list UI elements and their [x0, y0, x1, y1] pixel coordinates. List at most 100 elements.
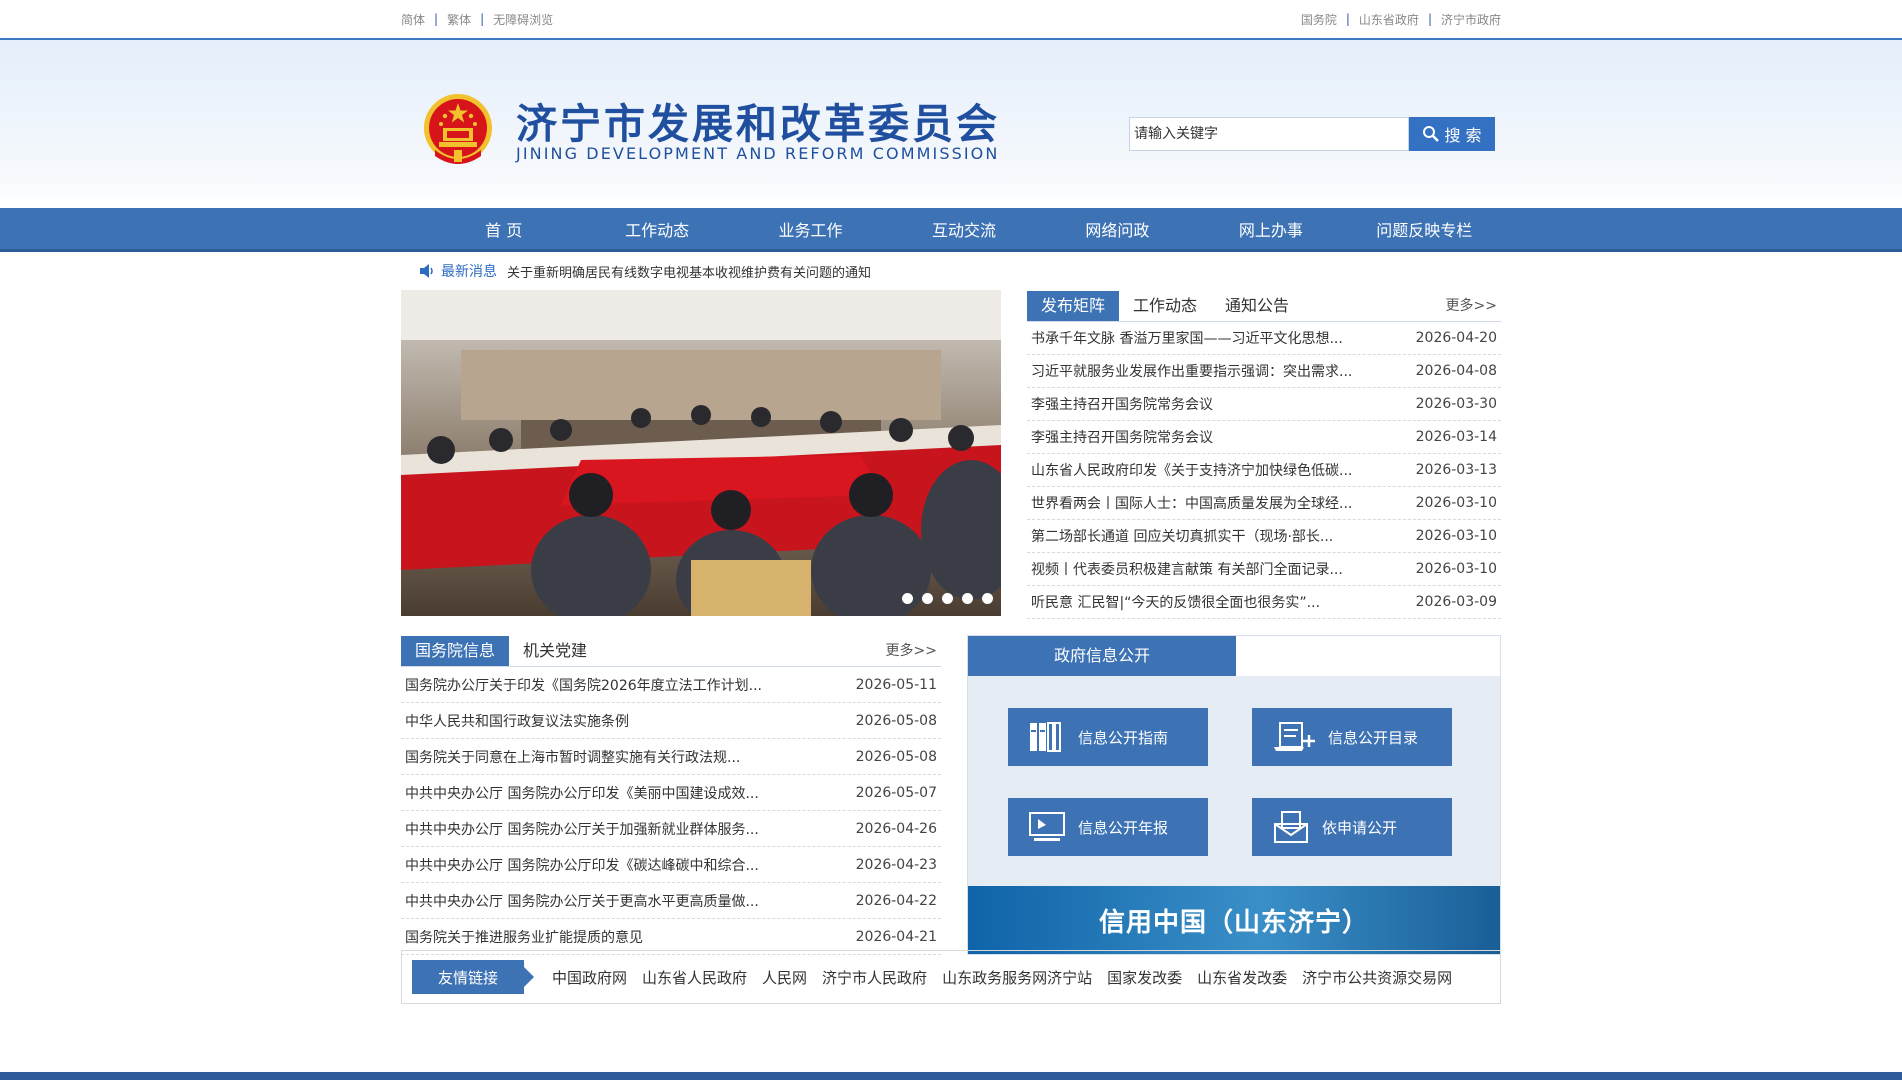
- news-panel: 发布矩阵 工作动态 通知公告 更多>> 书承千年文脉 香溢万里家国——习近平文化…: [1027, 290, 1501, 619]
- gov-info-body: 信息公开指南 信息公开目录 信息公开年报 依申请公开: [968, 676, 1500, 888]
- list-item[interactable]: 中共中央办公厅 国务院办公厅关于加强新就业群体服务... 2026-04-26: [401, 811, 941, 847]
- traditional-chinese-link[interactable]: 繁体: [447, 11, 471, 28]
- friend-link[interactable]: 人民网: [762, 967, 807, 988]
- friend-link[interactable]: 中国政府网: [552, 967, 627, 988]
- list-item[interactable]: 习近平就服务业发展作出重要指示强调：突出需求... 2026-04-08: [1027, 355, 1501, 388]
- slider-dot[interactable]: [902, 593, 913, 604]
- jining-gov-link[interactable]: 济宁市政府: [1441, 11, 1501, 28]
- gw-date: 2026-05-08: [855, 748, 937, 765]
- friend-link[interactable]: 山东政务服务网济宁站: [942, 967, 1092, 988]
- news-title: 习近平就服务业发展作出重要指示强调：突出需求...: [1031, 364, 1353, 380]
- shandong-gov-link[interactable]: 山东省政府: [1359, 11, 1419, 28]
- list-item[interactable]: 中共中央办公厅 国务院办公厅关于更高水平更高质量做... 2026-04-22: [401, 883, 941, 919]
- slider-dots: [902, 593, 993, 604]
- gov-info-title[interactable]: 政府信息公开: [968, 636, 1236, 676]
- list-item[interactable]: 中共中央办公厅 国务院办公厅印发《碳达峰碳中和综合... 2026-04-23: [401, 847, 941, 883]
- photo-slider[interactable]: [401, 290, 1001, 616]
- main-nav: 首 页 工作动态 业务工作 互动交流 网络问政 网上办事 问题反映专栏: [0, 208, 1902, 252]
- info-catalog-label: 信息公开目录: [1328, 728, 1419, 747]
- gw-date: 2026-05-07: [855, 784, 937, 801]
- info-annual-report-label: 信息公开年报: [1078, 818, 1169, 837]
- search-button-label: 搜 索: [1444, 126, 1482, 145]
- credit-china-label: 信用中国（山东济宁）: [1098, 907, 1369, 938]
- slider-dot[interactable]: [962, 593, 973, 604]
- books-icon: [1030, 722, 1061, 752]
- accessibility-link[interactable]: 无障碍浏览: [493, 11, 553, 28]
- friend-link[interactable]: 济宁市公共资源交易网: [1302, 967, 1452, 988]
- slider-dot[interactable]: [942, 593, 953, 604]
- friend-link[interactable]: 国家发改委: [1107, 967, 1182, 988]
- list-item[interactable]: 视频丨代表委员积极建言献策 有关部门全面记录... 2026-03-10: [1027, 553, 1501, 586]
- gw-tabs: 国务院信息 机关党建 更多>>: [401, 635, 941, 667]
- news-more-link[interactable]: 更多>>: [1446, 295, 1497, 315]
- info-catalog-button[interactable]: 信息公开目录: [1252, 708, 1452, 766]
- friend-links-label: 友情链接: [412, 960, 534, 994]
- divider: |: [1427, 12, 1432, 26]
- gw-date: 2026-04-23: [855, 856, 937, 873]
- top-utility-bar: 简体 | 繁体 | 无障碍浏览 国务院 | 山东省政府 | 济宁市政府: [0, 0, 1902, 40]
- tab-party-building[interactable]: 机关党建: [509, 636, 601, 666]
- news-date: 2026-03-09: [1415, 594, 1497, 610]
- friend-link[interactable]: 山东省人民政府: [642, 967, 747, 988]
- tab-notices[interactable]: 通知公告: [1211, 291, 1303, 321]
- state-council-link[interactable]: 国务院: [1301, 11, 1337, 28]
- slider-dot[interactable]: [982, 593, 993, 604]
- list-item[interactable]: 第二场部长通道 回应关切真抓实干（现场·部长... 2026-03-10: [1027, 520, 1501, 553]
- nav-online-services[interactable]: 网上办事: [1194, 217, 1347, 241]
- site-header: 济宁市发展和改革委员会 JINING DEVELOPMENT AND REFOR…: [0, 40, 1902, 208]
- info-guide-button[interactable]: 信息公开指南: [1008, 708, 1208, 766]
- nav-feedback[interactable]: 问题反映专栏: [1348, 217, 1501, 241]
- list-item[interactable]: 世界看两会丨国际人士：中国高质量发展为全球经... 2026-03-10: [1027, 487, 1501, 520]
- tab-state-council-info[interactable]: 国务院信息: [401, 636, 510, 666]
- gw-date: 2026-05-08: [855, 712, 937, 729]
- simplified-chinese-link[interactable]: 简体: [401, 11, 425, 28]
- list-item[interactable]: 中共中央办公厅 国务院办公厅印发《美丽中国建设成效... 2026-05-07: [401, 775, 941, 811]
- news-date: 2026-03-10: [1415, 561, 1497, 577]
- news-title: 李强主持召开国务院常务会议: [1031, 397, 1213, 413]
- friend-link[interactable]: 山东省发改委: [1197, 967, 1287, 988]
- credit-china-banner[interactable]: 信用中国（山东济宁）: [968, 886, 1500, 954]
- nav-home[interactable]: 首 页: [427, 217, 580, 241]
- gov-info-panel: 政府信息公开 信息公开指南 信息公开目录 信息公开年报 依申请公开 信用中国（山…: [967, 635, 1501, 955]
- gw-date: 2026-04-22: [855, 892, 937, 909]
- search-box: 搜 索: [1129, 117, 1495, 151]
- gw-more-link[interactable]: 更多>>: [886, 640, 937, 660]
- nav-online-inquiry[interactable]: 网络问政: [1041, 217, 1194, 241]
- divider: |: [434, 12, 439, 26]
- search-input[interactable]: [1129, 117, 1409, 151]
- list-item[interactable]: 国务院办公厅关于印发《国务院2026年度立法工作计划... 2026-05-11: [401, 667, 941, 703]
- list-item[interactable]: 听民意 汇民智|“今天的反馈很全面也很务实”... 2026-03-09: [1027, 586, 1501, 619]
- news-title: 听民意 汇民智|“今天的反馈很全面也很务实”...: [1031, 595, 1321, 611]
- list-item[interactable]: 中华人民共和国行政复议法实施条例 2026-05-08: [401, 703, 941, 739]
- list-item[interactable]: 李强主持召开国务院常务会议 2026-03-30: [1027, 388, 1501, 421]
- nav-interaction[interactable]: 互动交流: [887, 217, 1040, 241]
- catalog-icon: [1274, 722, 1315, 751]
- list-item[interactable]: 书承千年文脉 香溢万里家国——习近平文化思想... 2026-04-20: [1027, 322, 1501, 355]
- slider-dot[interactable]: [922, 593, 933, 604]
- list-item[interactable]: 山东省人民政府印发《关于支持济宁加快绿色低碳... 2026-03-13: [1027, 454, 1501, 487]
- news-title: 第二场部长通道 回应关切真抓实干（现场·部长...: [1031, 529, 1334, 545]
- info-annual-report-button[interactable]: 信息公开年报: [1008, 798, 1208, 856]
- tab-work-news[interactable]: 工作动态: [1119, 291, 1211, 321]
- site-subtitle: JINING DEVELOPMENT AND REFORM COMMISSION: [516, 144, 1000, 163]
- nav-work-news[interactable]: 工作动态: [580, 217, 733, 241]
- gw-title: 国务院关于推进服务业扩能提质的意见: [405, 929, 643, 946]
- top-content: 发布矩阵 工作动态 通知公告 更多>> 书承千年文脉 香溢万里家国——习近平文化…: [0, 290, 1902, 635]
- nav-business[interactable]: 业务工作: [734, 217, 887, 241]
- tab-release-matrix[interactable]: 发布矩阵: [1027, 291, 1120, 321]
- monitor-icon: [1029, 812, 1065, 841]
- ticker-headline-link[interactable]: 关于重新明确居民有线数字电视基本收视维护费有关问题的通知: [507, 262, 871, 281]
- envelope-icon: [1274, 811, 1308, 843]
- news-title: 视频丨代表委员积极建言献策 有关部门全面记录...: [1031, 562, 1343, 578]
- list-item[interactable]: 李强主持召开国务院常务会议 2026-03-14: [1027, 421, 1501, 454]
- search-button[interactable]: 搜 索: [1409, 117, 1495, 151]
- language-links: 简体 | 繁体 | 无障碍浏览: [401, 11, 553, 28]
- apply-disclosure-button[interactable]: 依申请公开: [1252, 798, 1452, 856]
- list-item[interactable]: 国务院关于同意在上海市暂时调整实施有关行政法规... 2026-05-08: [401, 739, 941, 775]
- gw-title: 中华人民共和国行政复议法实施条例: [405, 713, 629, 730]
- news-date: 2026-03-10: [1415, 495, 1497, 511]
- divider: |: [1345, 12, 1350, 26]
- news-date: 2026-03-10: [1415, 528, 1497, 544]
- news-date: 2026-03-13: [1415, 462, 1497, 478]
- friend-link[interactable]: 济宁市人民政府: [822, 967, 927, 988]
